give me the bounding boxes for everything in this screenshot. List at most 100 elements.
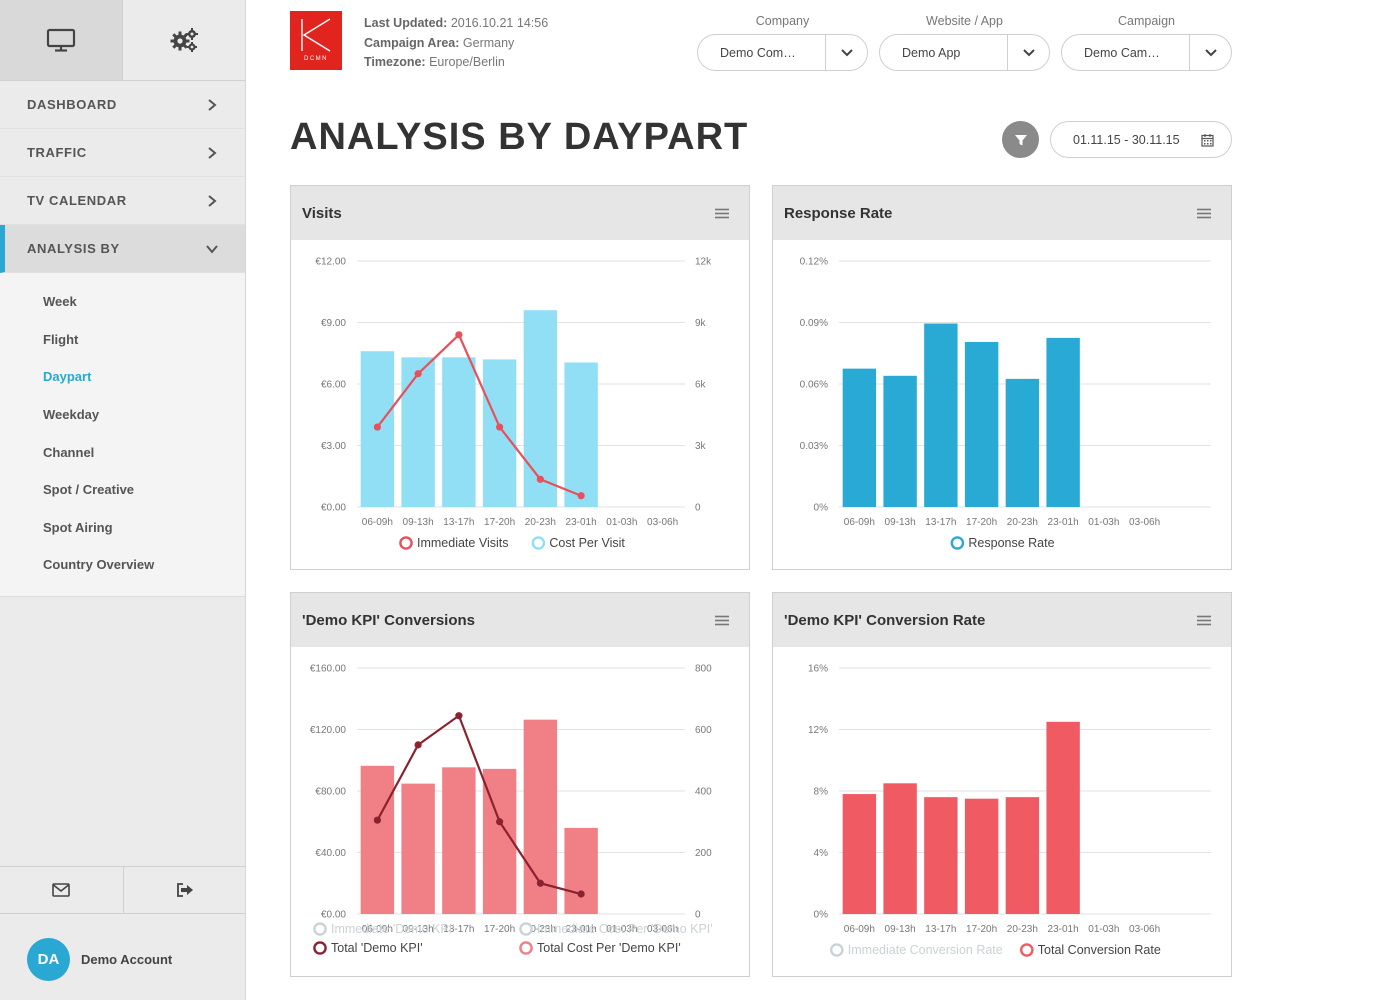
logout-button[interactable] bbox=[122, 867, 247, 913]
nav-traffic[interactable]: TRAFFIC bbox=[0, 129, 245, 177]
nav-dashboard[interactable]: DASHBOARD bbox=[0, 81, 245, 129]
x-tick-label: 13-17h bbox=[925, 924, 956, 935]
subnav-country-overview[interactable]: Country Overview bbox=[0, 546, 245, 584]
y-tick-label: 4% bbox=[814, 848, 829, 859]
chevron-down-icon[interactable] bbox=[825, 35, 867, 70]
x-tick-label: 01-03h bbox=[606, 517, 637, 528]
mail-button[interactable] bbox=[0, 867, 123, 913]
menu-icon[interactable] bbox=[1197, 615, 1211, 626]
x-tick-label: 23-01h bbox=[566, 517, 597, 528]
panel-visits-title: Visits bbox=[302, 204, 342, 222]
timezone-value: Europe/Berlin bbox=[429, 55, 505, 69]
legend-label: Total Conversion Rate bbox=[1038, 943, 1161, 957]
data-point bbox=[496, 818, 504, 826]
y-tick-label: 0% bbox=[814, 910, 829, 921]
logout-icon bbox=[176, 883, 193, 897]
menu-icon[interactable] bbox=[715, 208, 729, 219]
subnav-week[interactable]: Week bbox=[0, 283, 245, 321]
subnav-spot-creative[interactable]: Spot / Creative bbox=[0, 471, 245, 509]
y-right-tick-label: 600 bbox=[695, 725, 712, 736]
nav-analysis-by[interactable]: ANALYSIS BY bbox=[0, 225, 245, 273]
y-tick-label: €40.00 bbox=[315, 848, 346, 859]
website-selector: Website / App Demo App bbox=[879, 14, 1050, 71]
company-dropdown[interactable]: Demo Com… bbox=[697, 34, 868, 71]
chevron-right-icon bbox=[205, 98, 219, 112]
legend-label: Total 'Demo KPI' bbox=[331, 941, 423, 955]
bar bbox=[964, 341, 999, 507]
legend-marker bbox=[950, 536, 965, 550]
y-right-tick-label: 200 bbox=[695, 848, 712, 859]
panel-visits-header: Visits bbox=[291, 186, 749, 240]
data-point bbox=[455, 712, 463, 720]
menu-icon[interactable] bbox=[1197, 208, 1211, 219]
campaign-dropdown[interactable]: Demo Cam… bbox=[1061, 34, 1232, 71]
bar bbox=[1046, 721, 1080, 914]
sidebar: DASHBOARD TRAFFIC TV CALENDAR ANALYSIS B… bbox=[0, 0, 246, 1000]
legend-marker bbox=[519, 922, 533, 936]
data-point bbox=[536, 475, 544, 483]
bar bbox=[924, 797, 958, 914]
bar bbox=[442, 767, 476, 914]
subnav-flight[interactable]: Flight bbox=[0, 321, 245, 359]
legend-marker bbox=[1019, 943, 1034, 957]
bar bbox=[442, 357, 476, 507]
settings-button[interactable] bbox=[122, 0, 245, 80]
nav-tv-calendar[interactable]: TV CALENDAR bbox=[0, 177, 245, 225]
response-rate-chart: 0% 0.03% 0.06% 0.09% 0.12% 06-09h 09-13h 13-17h… bbox=[800, 257, 1211, 550]
x-tick-label: 09-13h bbox=[885, 517, 916, 528]
legend-marker bbox=[399, 536, 413, 550]
monitor-button[interactable] bbox=[0, 0, 122, 80]
bar bbox=[842, 368, 877, 507]
chevron-down-icon[interactable] bbox=[1007, 35, 1049, 70]
panel-kpi-conversion-rate-header: 'Demo KPI' Conversion Rate bbox=[773, 593, 1231, 647]
campaign-selector: Campaign Demo Cam… bbox=[1061, 14, 1232, 71]
y-tick-label: 0.03% bbox=[800, 441, 828, 452]
date-range-picker[interactable]: 01.11.15 - 30.11.15 bbox=[1050, 121, 1232, 158]
envelope-icon bbox=[52, 883, 71, 897]
nav-tv-calendar-label: TV CALENDAR bbox=[27, 193, 127, 208]
filter-button[interactable] bbox=[1002, 121, 1039, 158]
y-tick-label: 16% bbox=[808, 664, 828, 675]
y-tick-label: €0.00 bbox=[321, 503, 346, 514]
x-tick-label: 13-17h bbox=[443, 517, 474, 528]
data-point bbox=[577, 492, 585, 500]
x-tick-label: 01-03h bbox=[1088, 924, 1119, 935]
y-tick-label: €120.00 bbox=[310, 725, 347, 736]
menu-icon[interactable] bbox=[715, 615, 729, 626]
company-label: Company bbox=[755, 14, 810, 28]
page-title: ANALYSIS BY DAYPART bbox=[290, 116, 749, 158]
campaign-label: Campaign bbox=[1118, 14, 1175, 28]
chevron-right-icon bbox=[205, 194, 219, 208]
x-tick-label: 09-13h bbox=[403, 517, 434, 528]
website-dropdown[interactable]: Demo App bbox=[879, 34, 1050, 71]
subnav-spot-airing[interactable]: Spot Airing bbox=[0, 509, 245, 547]
bar bbox=[564, 827, 598, 914]
panel-kpi-conversions: 'Demo KPI' Conversions €0.00 €40.00 €80.00… bbox=[290, 592, 750, 977]
panel-kpi-conversion-rate-title: 'Demo KPI' Conversion Rate bbox=[784, 611, 986, 629]
bar bbox=[964, 798, 999, 914]
y-tick-label: 0.12% bbox=[800, 257, 828, 268]
x-tick-label: 03-06h bbox=[647, 517, 678, 528]
y-tick-label: 0.09% bbox=[800, 318, 828, 329]
x-tick-label: 17-20h bbox=[966, 924, 997, 935]
bar bbox=[883, 783, 917, 914]
subnav-channel[interactable]: Channel bbox=[0, 433, 245, 471]
chevron-down-icon bbox=[205, 242, 219, 256]
legend-label: Response Rate bbox=[968, 536, 1054, 550]
campaign-meta: Last Updated: 2016.10.21 14:56 Campaign … bbox=[364, 14, 548, 73]
campaign-value: Demo Cam… bbox=[1084, 45, 1160, 60]
gears-icon bbox=[170, 28, 198, 52]
y-tick-label: €80.00 bbox=[315, 787, 346, 798]
chevron-down-icon[interactable] bbox=[1189, 35, 1231, 70]
nav-analysis-by-label: ANALYSIS BY bbox=[27, 241, 120, 256]
subnav-weekday[interactable]: Weekday bbox=[0, 396, 245, 434]
subnav-daypart[interactable]: Daypart bbox=[0, 358, 245, 396]
monitor-icon bbox=[46, 28, 76, 52]
account[interactable]: DA Demo Account bbox=[27, 938, 172, 981]
last-updated-label: Last Updated: bbox=[364, 16, 448, 30]
data-point bbox=[577, 890, 585, 898]
legend-marker bbox=[830, 943, 844, 957]
logo-mark-icon bbox=[301, 18, 331, 52]
y-right-tick-label: 400 bbox=[695, 787, 712, 798]
x-tick-label: 03-06h bbox=[1129, 924, 1160, 935]
